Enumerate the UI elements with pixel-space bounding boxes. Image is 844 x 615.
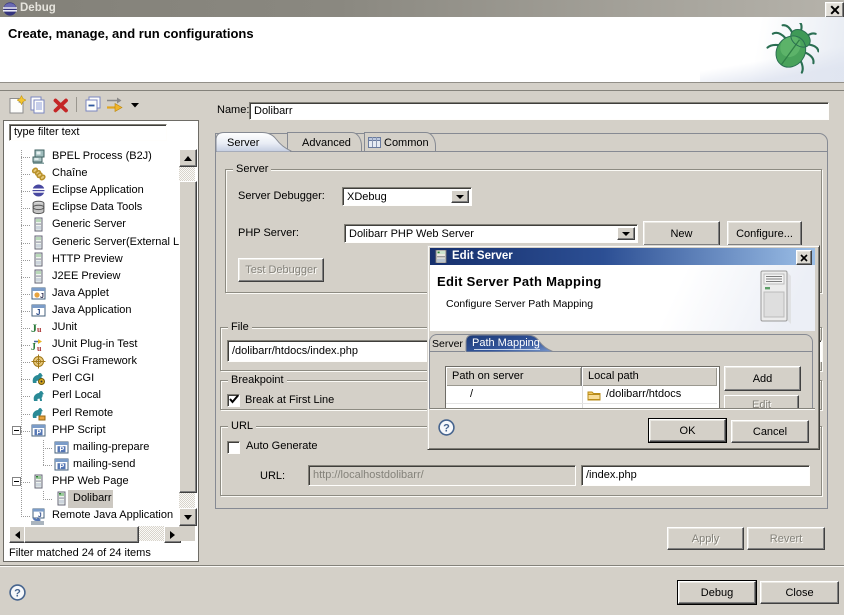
svg-text:P: P <box>37 430 42 437</box>
svg-text:J: J <box>40 293 44 300</box>
svg-text:?: ? <box>443 422 450 434</box>
svg-text:J: J <box>38 512 42 519</box>
svg-text:P: P <box>60 464 65 471</box>
svg-text:u: u <box>37 344 42 352</box>
svg-text:u: u <box>37 325 42 334</box>
svg-text:?: ? <box>14 587 21 599</box>
svg-text:J: J <box>31 342 36 352</box>
svg-text:P: P <box>60 447 65 454</box>
svg-text:J: J <box>36 308 40 317</box>
